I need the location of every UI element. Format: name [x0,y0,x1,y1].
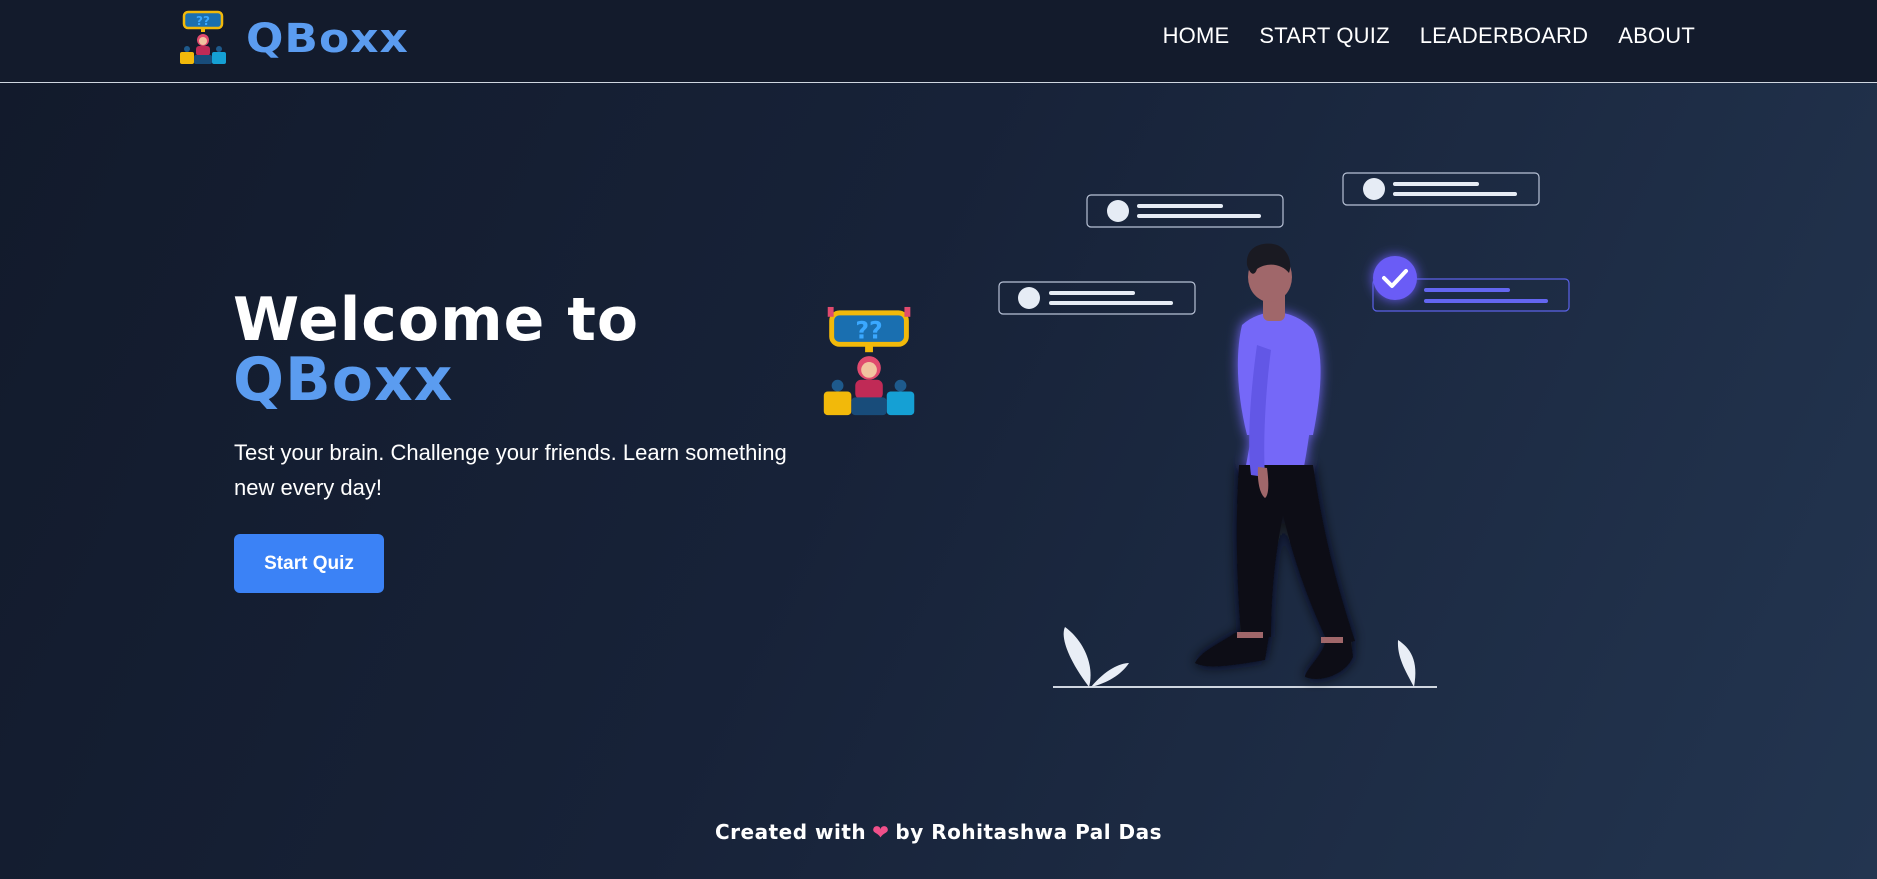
chat-bubble [1086,194,1284,228]
nav-about[interactable]: ABOUT [1618,23,1695,49]
hero-title: Welcome to QBoxx [233,290,639,410]
hero-subtitle: Test your brain. Challenge your friends.… [234,440,787,500]
brand-name: QBoxx [246,14,409,62]
nav-home[interactable]: HOME [1163,23,1230,49]
hero-title-line1: Welcome to [233,285,640,355]
chat-bubble-selected [1372,256,1570,312]
quiz-host-icon: ?? [180,10,226,64]
svg-text:??: ?? [196,14,210,28]
hero-title-brand: QBoxx [233,345,454,415]
person-with-chat-bubbles-illustration [998,172,1570,688]
brand-link[interactable]: ?? QBoxx [176,8,409,68]
navbar: ?? QBoxx HOME START QUIZ LEADERBOARD ABO… [0,0,1877,83]
start-quiz-button[interactable]: Start Quiz [234,534,384,593]
heart-icon: ❤ [872,820,890,844]
nav-leaderboard[interactable]: LEADERBOARD [1420,23,1588,49]
quiz-host-icon: ?? [823,306,915,416]
footer-prefix: Created with [714,820,867,844]
nav-start-quiz[interactable]: START QUIZ [1259,23,1389,49]
footer: Created with ❤ by Rohitashwa Pal Das [0,820,1877,844]
footer-author: by Rohitashwa Pal Das [895,820,1163,844]
svg-text:??: ?? [855,316,882,344]
chat-bubble [1342,172,1540,206]
nav-menu: HOME START QUIZ LEADERBOARD ABOUT [1163,23,1695,49]
chat-bubble [998,281,1196,315]
